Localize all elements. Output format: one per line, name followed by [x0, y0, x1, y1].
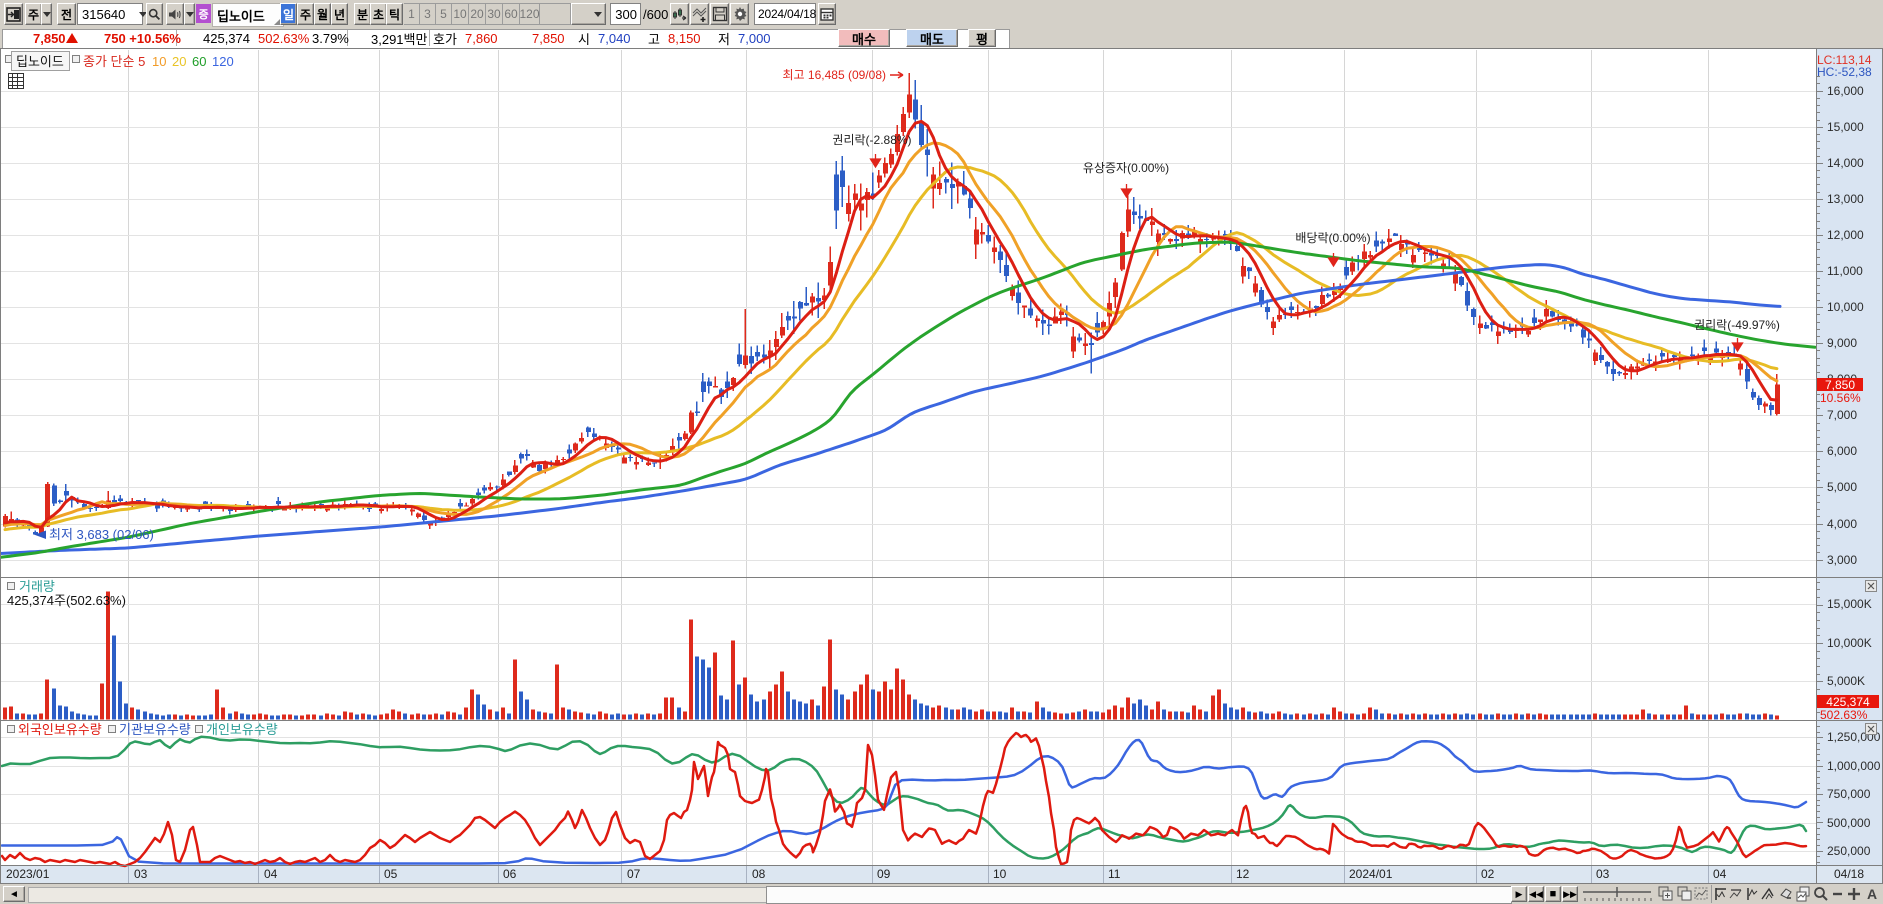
svg-text:08: 08: [752, 867, 766, 881]
svg-text:04: 04: [264, 867, 278, 881]
svg-text:2024/01: 2024/01: [1349, 867, 1393, 881]
svg-text:6,000: 6,000: [1827, 444, 1857, 458]
svg-text:03: 03: [1596, 867, 1610, 881]
svg-text:425,374주(502.63%): 425,374주(502.63%): [7, 593, 126, 608]
svg-text:12: 12: [1236, 867, 1250, 881]
svg-text:딥노이드: 딥노이드: [16, 54, 64, 69]
svg-text:07: 07: [627, 867, 641, 881]
svg-text:5,000K: 5,000K: [1827, 674, 1865, 688]
svg-text:종가 단순 5: 종가 단순 5: [83, 54, 145, 69]
svg-text:09: 09: [877, 867, 891, 881]
svg-text:425,374: 425,374: [1826, 695, 1870, 709]
svg-text:외국인보유수량: 외국인보유수량: [18, 722, 102, 737]
svg-text:06: 06: [503, 867, 517, 881]
svg-text:7,000: 7,000: [1827, 408, 1857, 422]
svg-text:9,000: 9,000: [1827, 336, 1857, 350]
svg-text:최고 16,485 (09/08): 최고 16,485 (09/08): [783, 68, 886, 82]
svg-text:502.63%: 502.63%: [1820, 708, 1868, 722]
svg-text:60: 60: [192, 54, 206, 69]
svg-text:3,000: 3,000: [1827, 553, 1857, 567]
svg-text:5,000: 5,000: [1827, 480, 1857, 494]
svg-text:유상증자(0.00%): 유상증자(0.00%): [1083, 161, 1169, 175]
svg-text:500,000: 500,000: [1827, 816, 1871, 830]
svg-text:14,000: 14,000: [1827, 156, 1864, 170]
svg-text:120: 120: [212, 54, 234, 69]
svg-text:4,000: 4,000: [1827, 517, 1857, 531]
svg-text:15,000K: 15,000K: [1827, 597, 1872, 611]
svg-text:05: 05: [384, 867, 398, 881]
svg-text:7,850: 7,850: [1825, 378, 1855, 392]
svg-text:250,000: 250,000: [1827, 844, 1871, 858]
svg-text:A: A: [1867, 886, 1877, 902]
svg-text:10,000K: 10,000K: [1827, 636, 1872, 650]
svg-text:02: 02: [1481, 867, 1495, 881]
svg-text:개인보유수량: 개인보유수량: [206, 722, 278, 737]
svg-text:10: 10: [993, 867, 1007, 881]
svg-text:10: 10: [152, 54, 166, 69]
svg-text:11: 11: [1108, 867, 1121, 881]
svg-text:10.56%: 10.56%: [1820, 391, 1861, 405]
svg-text:권리락(-49.97%): 권리락(-49.97%): [1694, 318, 1780, 332]
svg-text:13,000: 13,000: [1827, 192, 1864, 206]
svg-text:20: 20: [172, 54, 186, 69]
svg-text:10,000: 10,000: [1827, 300, 1864, 314]
svg-text:750,000: 750,000: [1827, 787, 1871, 801]
svg-text:04/18: 04/18: [1834, 867, 1864, 881]
svg-text:최저 3,683 (02/06): 최저 3,683 (02/06): [49, 527, 154, 542]
svg-text:15,000: 15,000: [1827, 120, 1864, 134]
svg-text:HC:-52,38: HC:-52,38: [1817, 65, 1872, 79]
svg-text:배당락(0.00%): 배당락(0.00%): [1295, 231, 1370, 245]
svg-text:2023/01: 2023/01: [6, 867, 50, 881]
svg-text:04: 04: [1713, 867, 1727, 881]
svg-text:권리락(-2.88%): 권리락(-2.88%): [832, 133, 911, 147]
svg-text:기관보유수량: 기관보유수량: [119, 722, 191, 737]
svg-text:거래량: 거래량: [19, 579, 55, 594]
svg-text:1,000,000: 1,000,000: [1827, 759, 1881, 773]
svg-text:16,000: 16,000: [1827, 84, 1864, 98]
svg-text:12,000: 12,000: [1827, 228, 1864, 242]
svg-text:03: 03: [134, 867, 148, 881]
svg-text:11,000: 11,000: [1827, 264, 1863, 278]
